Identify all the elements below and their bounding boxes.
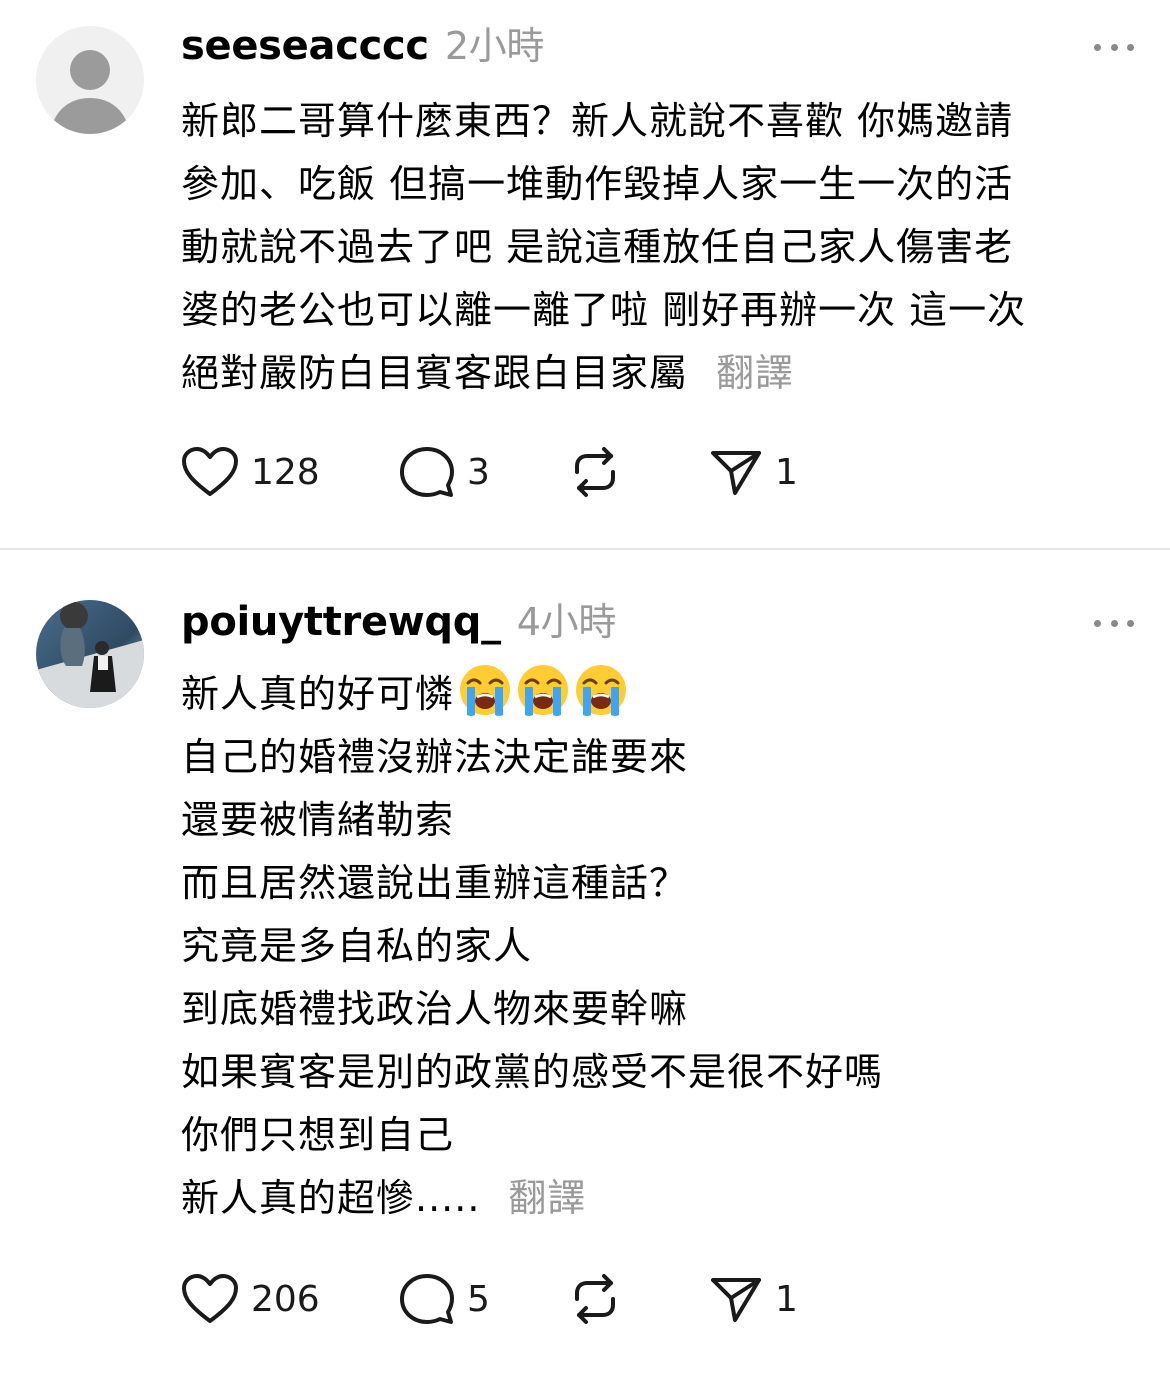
dot-icon — [1127, 43, 1134, 51]
comment-line-last: 絕對嚴防白目賓客跟白目家屬 翻譯 — [181, 342, 1110, 405]
send-icon — [711, 451, 761, 495]
comment-bubble-icon — [400, 1274, 454, 1324]
comment-line: 新郎二哥算什麼東西？新人就說不喜歡 你媽邀請 — [181, 99, 1014, 143]
comment-line-last: 新人真的超慘..... 翻譯 — [181, 1167, 1110, 1230]
comment-1: seeseacccc 2小時 新郎二哥算什麼東西？新人就說不喜歡 你媽邀請 參加、… — [0, 0, 1170, 551]
default-avatar-icon — [36, 26, 144, 134]
username-text[interactable]: seeseacccc — [181, 23, 429, 69]
loudly-crying-face-emoji-icon — [460, 665, 511, 716]
comment-line: 你們只想到自己 — [181, 1113, 455, 1157]
repost-button[interactable] — [567, 1269, 623, 1329]
comment-line: 婆的老公也可以離一離了啦 剛好再辦一次 這一次 — [181, 288, 1027, 332]
comment-text: 新郎二哥算什麼東西？新人就說不喜歡 你媽邀請 參加、吃飯 但搞一堆動作毀掉人家一… — [181, 90, 1110, 405]
timestamp: 4小時 — [516, 600, 617, 644]
comment-line-text: 新人真的超慘..... — [181, 1176, 481, 1220]
comment-line-text: 絕對嚴防白目賓客跟白目家屬 — [181, 351, 689, 395]
avatar-default[interactable] — [36, 26, 144, 134]
comment-line-with-emoji: 新人真的好可憐 — [181, 663, 1110, 726]
reply-button[interactable]: 5 — [399, 1269, 490, 1329]
like-button[interactable]: 206 — [181, 1269, 320, 1329]
share-count: 1 — [775, 1278, 798, 1320]
username[interactable]: seeseacccc 2小時 — [181, 22, 544, 70]
share-button[interactable]: 1 — [709, 442, 798, 502]
reply-count: 3 — [467, 451, 490, 493]
comment-line-text: 新人真的好可憐 — [181, 672, 455, 716]
dot-icon — [1110, 619, 1118, 627]
comment-line: 而且居然還說出重辦這種話？ — [181, 861, 689, 905]
comment-line: 如果賓客是別的政黨的感受不是很不好嗎 — [181, 1050, 884, 1094]
heart-icon — [182, 1274, 238, 1323]
comment-line: 參加、吃飯 但搞一堆動作毀掉人家一生一次的活 — [181, 162, 1014, 206]
comment-line: 自己的婚禮沒辦法決定誰要來 — [181, 735, 689, 779]
send-icon — [711, 1278, 761, 1322]
like-count: 128 — [251, 451, 320, 493]
comment-line: 動就說不過去了吧 是說這種放任自己家人傷害老 — [181, 225, 1014, 269]
username-text[interactable]: poiuyttrewqq_ — [181, 599, 501, 645]
action-bar: 128 3 1 — [181, 442, 881, 502]
comment-bubble-icon — [400, 447, 454, 497]
action-bar: 206 5 1 — [181, 1269, 881, 1329]
dot-icon — [1127, 619, 1134, 627]
more-options-button[interactable] — [1094, 42, 1134, 52]
like-count: 206 — [251, 1278, 320, 1320]
comment-line: 到底婚禮找政治人物來要幹嘛 — [181, 987, 689, 1031]
dot-icon — [1094, 43, 1101, 51]
loudly-crying-face-emoji-icon — [576, 665, 627, 716]
repost-icon — [575, 447, 615, 497]
heart-icon — [182, 447, 238, 496]
share-count: 1 — [775, 451, 798, 493]
dot-icon — [1094, 619, 1101, 627]
repost-icon — [575, 1274, 615, 1324]
emoji-row — [454, 665, 628, 716]
reply-button[interactable]: 3 — [399, 442, 490, 502]
translate-link[interactable]: 翻譯 — [508, 1176, 586, 1220]
comment-line: 還要被情緒勒索 — [181, 798, 455, 842]
timestamp: 2小時 — [444, 24, 545, 68]
repost-button[interactable] — [567, 442, 623, 502]
reply-count: 5 — [467, 1278, 490, 1320]
comment-2: poiuyttrewqq_ 4小時 新人真的好可憐 自己的婚禮沒辦法決定誰要來 還… — [0, 551, 1170, 1373]
more-options-button[interactable] — [1094, 618, 1134, 628]
username[interactable]: poiuyttrewqq_ 4小時 — [181, 598, 616, 646]
divider — [0, 548, 1170, 550]
like-button[interactable]: 128 — [181, 442, 320, 502]
profile-photo-icon — [36, 600, 144, 708]
translate-link[interactable]: 翻譯 — [716, 351, 794, 395]
comment-text: 新人真的好可憐 自己的婚禮沒辦法決定誰要來 還要被情緒勒索 而且居然還說出重辦這… — [181, 663, 1110, 1230]
dot-icon — [1110, 43, 1118, 51]
share-button[interactable]: 1 — [709, 1269, 798, 1329]
loudly-crying-face-emoji-icon — [518, 665, 569, 716]
avatar-photo[interactable] — [36, 600, 144, 708]
comment-line: 究竟是多自私的家人 — [181, 924, 533, 968]
